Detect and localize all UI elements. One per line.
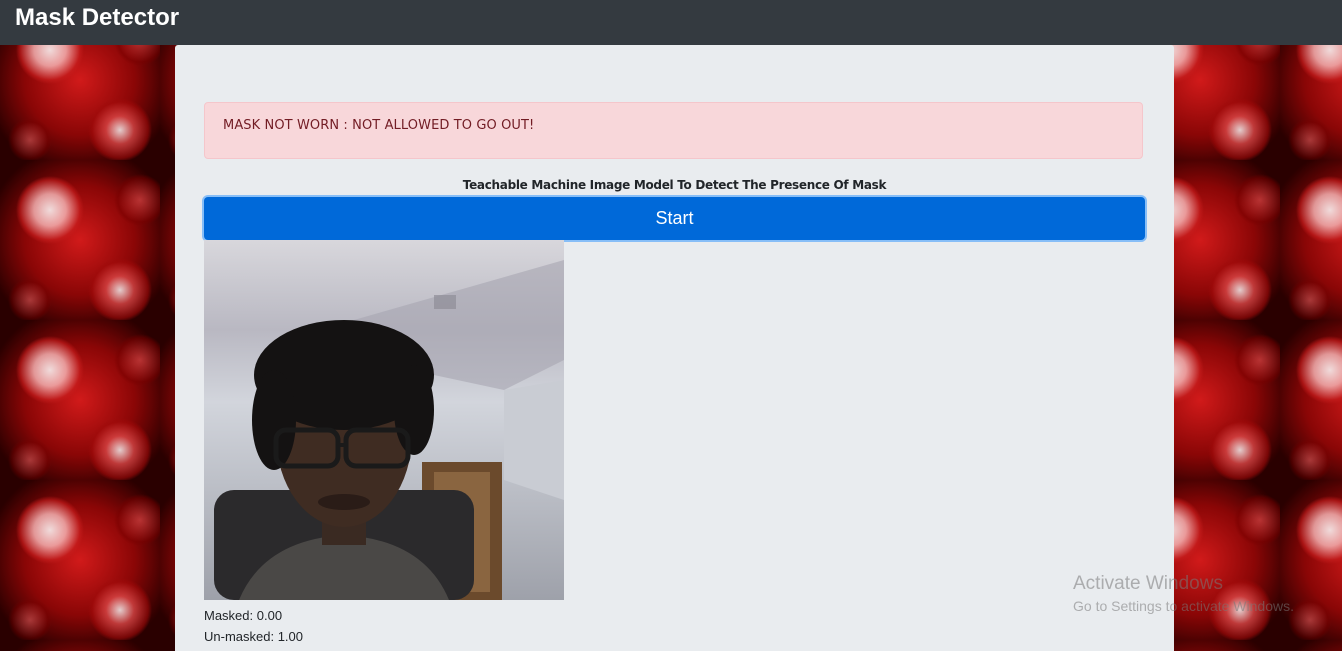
navbar-brand[interactable]: Mask Detector	[15, 3, 179, 33]
navbar: Mask Detector	[0, 0, 1342, 45]
webcam-canvas	[204, 240, 564, 600]
page-heading: Teachable Machine Image Model To Detect …	[462, 178, 887, 192]
windows-watermark-subtitle: Go to Settings to activate Windows.	[1073, 598, 1294, 614]
alert-message: MASK NOT WORN : NOT ALLOWED TO GO OUT!	[223, 118, 535, 133]
start-button[interactable]: Start	[204, 197, 1145, 240]
unmasked-score: Un-masked: 1.00	[204, 629, 303, 644]
masked-score: Masked: 0.00	[204, 608, 283, 623]
main-panel: MASK NOT WORN : NOT ALLOWED TO GO OUT! T…	[175, 45, 1174, 651]
webcam-frame-image	[204, 240, 564, 600]
windows-watermark-title: Activate Windows	[1073, 573, 1223, 594]
mask-alert: MASK NOT WORN : NOT ALLOWED TO GO OUT!	[204, 102, 1143, 159]
